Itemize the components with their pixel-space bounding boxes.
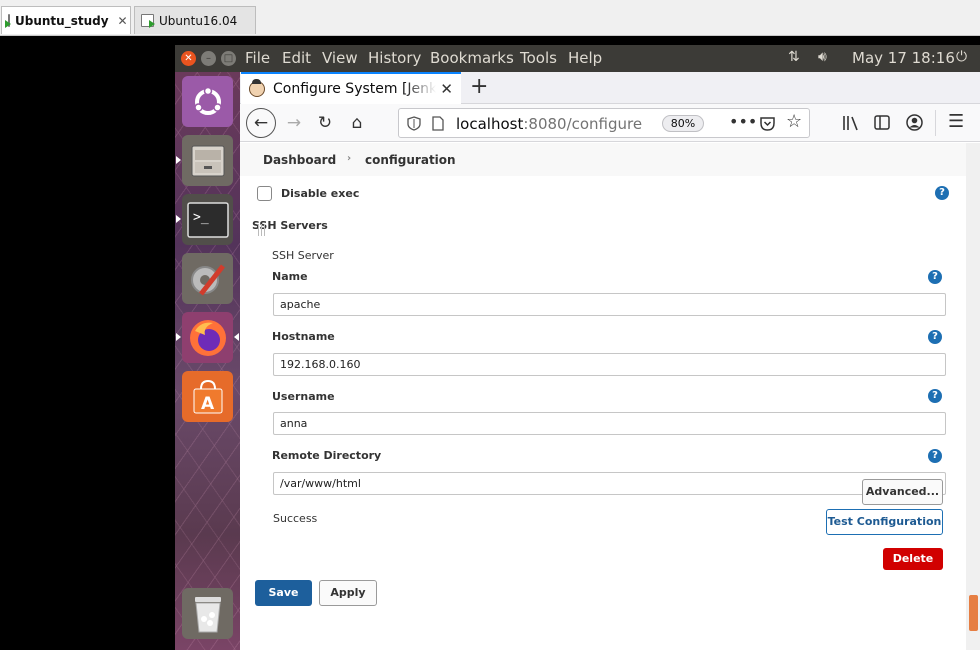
menu-hamburger-icon[interactable]: ☰ bbox=[948, 111, 964, 132]
svg-text:>_: >_ bbox=[193, 210, 209, 225]
window-close-button[interactable]: ✕ bbox=[181, 51, 196, 66]
disable-exec-checkbox[interactable] bbox=[257, 186, 272, 201]
vm-tab-bar: Ubuntu_study ✕ Ubuntu16.04 bbox=[0, 0, 980, 36]
menu-tools[interactable]: Tools bbox=[520, 49, 557, 67]
url-bar[interactable]: localhost:8080/configure 80% ••• ☆ bbox=[398, 108, 810, 138]
clock[interactable]: May 17 18:16 bbox=[852, 49, 955, 67]
name-field[interactable]: apache bbox=[273, 293, 946, 316]
hostname-label: Hostname bbox=[272, 330, 335, 343]
vm-tab-ubuntu-study[interactable]: Ubuntu_study ✕ bbox=[1, 6, 131, 34]
help-icon[interactable]: ? bbox=[928, 270, 942, 284]
close-icon[interactable]: ✕ bbox=[118, 14, 128, 28]
tab-configure-system[interactable]: Configure System [Jenkins] ✕ bbox=[241, 72, 461, 104]
vm-tab-label: Ubuntu16.04 bbox=[159, 13, 238, 28]
shield-icon[interactable] bbox=[407, 116, 421, 131]
svg-text:A: A bbox=[201, 394, 215, 414]
trash-icon[interactable] bbox=[182, 588, 233, 639]
menu-history[interactable]: History bbox=[368, 49, 421, 67]
apply-button[interactable]: Apply bbox=[319, 580, 377, 606]
vm-running-icon bbox=[141, 14, 155, 28]
screen: Ubuntu_study ✕ Ubuntu16.04 ✕ – □ File Ed… bbox=[0, 0, 980, 650]
username-label: Username bbox=[272, 390, 335, 403]
remote-directory-label: Remote Directory bbox=[272, 449, 382, 462]
forward-button[interactable]: → bbox=[280, 109, 308, 137]
network-icon[interactable]: ⇅ bbox=[788, 49, 800, 65]
scrollbar-thumb[interactable] bbox=[969, 595, 978, 631]
url-text: localhost:8080/configure bbox=[456, 115, 643, 133]
menu-help[interactable]: Help bbox=[568, 49, 602, 67]
window-maximize-button[interactable]: □ bbox=[221, 51, 236, 66]
jenkins-page: Dashboard › configuration Disable exec ?… bbox=[240, 143, 966, 650]
menu-file[interactable]: File bbox=[245, 49, 270, 67]
close-tab-icon[interactable]: ✕ bbox=[440, 80, 453, 98]
breadcrumb-configuration[interactable]: configuration bbox=[365, 153, 456, 167]
breadcrumb: Dashboard › configuration bbox=[240, 143, 966, 176]
save-button[interactable]: Save bbox=[255, 580, 312, 606]
pocket-icon[interactable] bbox=[759, 115, 776, 132]
help-icon[interactable]: ? bbox=[928, 330, 942, 344]
sidebar-icon[interactable] bbox=[874, 115, 890, 130]
page-scrollbar[interactable] bbox=[966, 143, 980, 650]
breadcrumb-dashboard[interactable]: Dashboard bbox=[263, 153, 336, 167]
drag-handle-icon[interactable] bbox=[258, 224, 266, 236]
software-center-icon[interactable]: A bbox=[182, 371, 233, 422]
volume-icon[interactable]: 🔊︎ bbox=[818, 49, 827, 65]
name-label: Name bbox=[272, 270, 308, 283]
remote-directory-field[interactable]: /var/www/html bbox=[273, 472, 946, 495]
hostname-field[interactable]: 192.168.0.160 bbox=[273, 353, 946, 376]
menu-view[interactable]: View bbox=[322, 49, 358, 67]
vm-tab-ubuntu1604[interactable]: Ubuntu16.04 bbox=[134, 6, 256, 34]
dash-home-icon[interactable] bbox=[182, 76, 233, 127]
advanced-button[interactable]: Advanced... bbox=[862, 479, 943, 505]
vm-running-icon bbox=[5, 14, 11, 28]
bookmark-star-icon[interactable]: ☆ bbox=[786, 111, 802, 132]
page-actions-icon[interactable]: ••• bbox=[729, 112, 757, 131]
reload-button[interactable]: ↻ bbox=[311, 109, 339, 137]
account-icon[interactable] bbox=[906, 114, 923, 131]
tab-strip: Configure System [Jenkins] ✕ + bbox=[240, 72, 980, 104]
page-info-icon[interactable] bbox=[432, 116, 444, 131]
nav-bar: ← → ↻ ⌂ localhost:8080/configure 80% ••• bbox=[240, 104, 980, 142]
disable-exec-label: Disable exec bbox=[281, 187, 360, 200]
browser-window: Configure System [Jenkins] ✕ + ← → ↻ ⌂ l… bbox=[240, 72, 980, 650]
help-icon[interactable]: ? bbox=[935, 186, 949, 200]
delete-button[interactable]: Delete bbox=[883, 548, 943, 570]
test-configuration-button[interactable]: Test Configuration bbox=[826, 509, 943, 535]
username-field[interactable]: anna bbox=[273, 412, 946, 435]
vm-tab-label: Ubuntu_study bbox=[15, 13, 109, 28]
test-status-text: Success bbox=[273, 512, 318, 525]
tab-title: Configure System [Jenkins] bbox=[273, 81, 437, 97]
zoom-indicator[interactable]: 80% bbox=[662, 115, 704, 132]
breadcrumb-separator-icon: › bbox=[347, 153, 352, 164]
terminal-icon[interactable]: >_ bbox=[182, 194, 233, 245]
ssh-server-title: SSH Server bbox=[272, 249, 334, 262]
jenkins-favicon-icon bbox=[249, 79, 265, 97]
files-icon[interactable] bbox=[182, 135, 233, 186]
top-panel: ✕ – □ File Edit View History Bookmarks T… bbox=[175, 45, 980, 72]
power-icon[interactable]: ⏻ bbox=[956, 49, 967, 65]
library-icon[interactable] bbox=[842, 115, 860, 131]
launcher: >_ A bbox=[175, 72, 240, 650]
new-tab-button[interactable]: + bbox=[470, 75, 488, 99]
firefox-icon[interactable] bbox=[182, 312, 233, 363]
home-button[interactable]: ⌂ bbox=[343, 109, 371, 137]
system-settings-icon[interactable] bbox=[182, 253, 233, 304]
help-icon[interactable]: ? bbox=[928, 449, 942, 463]
back-button[interactable]: ← bbox=[246, 108, 276, 138]
menu-edit[interactable]: Edit bbox=[282, 49, 311, 67]
window-minimize-button[interactable]: – bbox=[201, 51, 216, 66]
menu-bookmarks[interactable]: Bookmarks bbox=[430, 49, 514, 67]
help-icon[interactable]: ? bbox=[928, 389, 942, 403]
